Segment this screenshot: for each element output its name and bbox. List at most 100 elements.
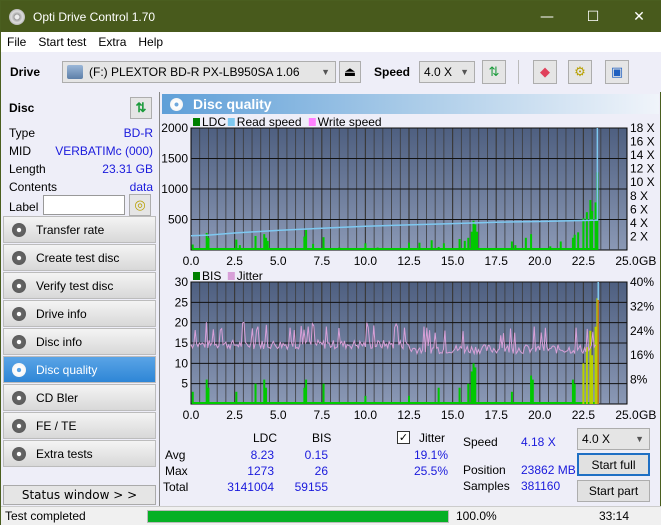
ldc-bar	[235, 239, 238, 250]
legend-swatch	[193, 272, 200, 280]
drive-icon	[67, 65, 83, 79]
settings-button[interactable]: ⚙	[568, 60, 592, 84]
x-tick-label: 2.5	[226, 408, 243, 422]
drive-select[interactable]: (F:) PLEXTOR BD-R PX-LB950SA 1.06 ▼	[62, 61, 336, 83]
disc-length-value: 23.31 GB	[102, 162, 153, 176]
menu-help[interactable]: Help	[132, 35, 169, 49]
x-axis-unit: GB	[639, 408, 656, 422]
bis-bar	[530, 375, 533, 404]
disc-type-row: Type BD-R	[9, 126, 153, 140]
speed-value: 4.0 X	[424, 65, 453, 79]
status-text: Test completed	[5, 509, 86, 523]
y-tick-label: 15	[175, 336, 189, 350]
disc-refresh-button[interactable]: ⇅	[130, 97, 152, 119]
disc-icon	[12, 390, 26, 405]
start-full-button[interactable]: Start full	[577, 453, 650, 476]
total-label: Total	[163, 480, 189, 494]
disc-label-input[interactable]	[43, 195, 125, 215]
nav-item-extra-tests[interactable]: Extra tests	[3, 440, 156, 467]
nav-item-create-test-disc[interactable]: Create test disc	[3, 244, 156, 271]
speed-stat-value: 4.18 X	[521, 435, 556, 449]
progress-fill	[148, 511, 448, 522]
toolbar-divider	[518, 60, 519, 84]
ldc-bar	[573, 234, 576, 250]
x-tick-label: 22.5	[572, 408, 596, 422]
bis-header: BIS	[312, 431, 332, 445]
nav-item-label: Extra tests	[36, 446, 93, 461]
y-tick-label: 2000	[161, 121, 188, 135]
legend-label: BIS	[202, 269, 221, 283]
ldc-bar	[442, 243, 445, 250]
close-button[interactable]: ✕	[616, 1, 661, 32]
disc-icon	[12, 362, 26, 377]
ldc-bar	[254, 235, 257, 250]
jitter-checkbox[interactable]: ✓	[397, 431, 410, 444]
refresh-button[interactable]: ⇅	[482, 60, 506, 84]
avg-bis: 0.15	[304, 448, 328, 462]
eject-button[interactable]: ⏏	[339, 61, 361, 83]
menu-extra[interactable]: Extra	[92, 35, 132, 49]
sidebar: Disc ⇅ Type BD-R MID VERBATIMc (000) Lengt…	[1, 92, 159, 506]
save-button[interactable]: ▣	[605, 60, 629, 84]
y2-tick-label: 6 X	[630, 202, 648, 216]
x-axis-unit: GB	[639, 254, 656, 268]
bis-bar	[582, 363, 585, 404]
speed-select[interactable]: 4.0 X ▼	[419, 61, 475, 83]
disc-quality-panel: Disc quality LDC Read speed Write speed 500…	[159, 92, 660, 506]
jitter-label: Jitter	[419, 431, 446, 445]
ldc-bar	[303, 236, 306, 250]
bis-bar	[235, 391, 238, 404]
ldc-bar	[571, 237, 574, 250]
nav-item-label: Drive info	[36, 306, 87, 321]
y-tick-label: 5	[181, 377, 188, 391]
bis-bar	[472, 363, 475, 404]
nav-item-label: Transfer rate	[36, 222, 105, 237]
disc-icon	[12, 418, 26, 433]
nav-item-disc-quality[interactable]: Disc quality	[3, 356, 156, 383]
bis-bar	[573, 383, 576, 404]
menu-file[interactable]: File	[1, 35, 32, 49]
y-tick-label: 10	[175, 356, 189, 370]
menu-start-test[interactable]: Start test	[32, 35, 92, 49]
y2-tick-label: 8 X	[630, 189, 648, 203]
ldc-bar	[585, 212, 588, 250]
legend-label: Read speed	[237, 115, 302, 129]
nav-item-cd-bler[interactable]: CD Bler	[3, 384, 156, 411]
y2-tick-label: 4 X	[630, 216, 648, 230]
disc-label-button[interactable]: ◎	[129, 194, 151, 216]
erase-button[interactable]: ◆	[533, 60, 557, 84]
nav-item-disc-info[interactable]: Disc info	[3, 328, 156, 355]
ldc-bar	[430, 240, 433, 250]
nav-item-transfer-rate[interactable]: Transfer rate	[3, 216, 156, 243]
x-tick-label: 7.5	[313, 408, 330, 422]
nav-item-verify-test-disc[interactable]: Verify test disc	[3, 272, 156, 299]
bis-bar	[205, 379, 208, 404]
baseline-bar	[192, 402, 599, 404]
bis-bar	[594, 326, 597, 404]
ldc-bar	[191, 244, 194, 250]
max-jitter: 25.5%	[414, 464, 449, 478]
bis-bar	[254, 383, 257, 404]
test-speed-select[interactable]: 4.0 X ▼	[577, 428, 650, 450]
ldc-bar	[589, 199, 592, 250]
start-part-button[interactable]: Start part	[577, 480, 650, 502]
ldc-bar	[510, 241, 513, 250]
nav-item-fe-te[interactable]: FE / TE	[3, 412, 156, 439]
y2-tick-label: 24%	[630, 324, 654, 338]
minimize-button[interactable]: —	[524, 1, 570, 32]
x-tick-label: 7.5	[313, 254, 330, 268]
status-window-button[interactable]: Status window > >	[3, 485, 156, 505]
nav-item-label: Create test disc	[36, 250, 120, 265]
bis-bar	[364, 395, 367, 404]
nav-item-drive-info[interactable]: Drive info	[3, 300, 156, 327]
x-tick-label: 17.5	[485, 408, 509, 422]
elapsed-time: 33:14	[599, 509, 630, 523]
ldc-bar	[264, 237, 267, 250]
maximize-button[interactable]: ☐	[570, 1, 616, 32]
bis-bar	[207, 387, 210, 404]
ldc-bar	[408, 242, 410, 250]
legend-label: Write speed	[318, 115, 382, 129]
baseline-bar	[192, 248, 599, 250]
menu-bar: File Start test Extra Help	[1, 32, 661, 52]
legend-swatch	[193, 118, 200, 126]
